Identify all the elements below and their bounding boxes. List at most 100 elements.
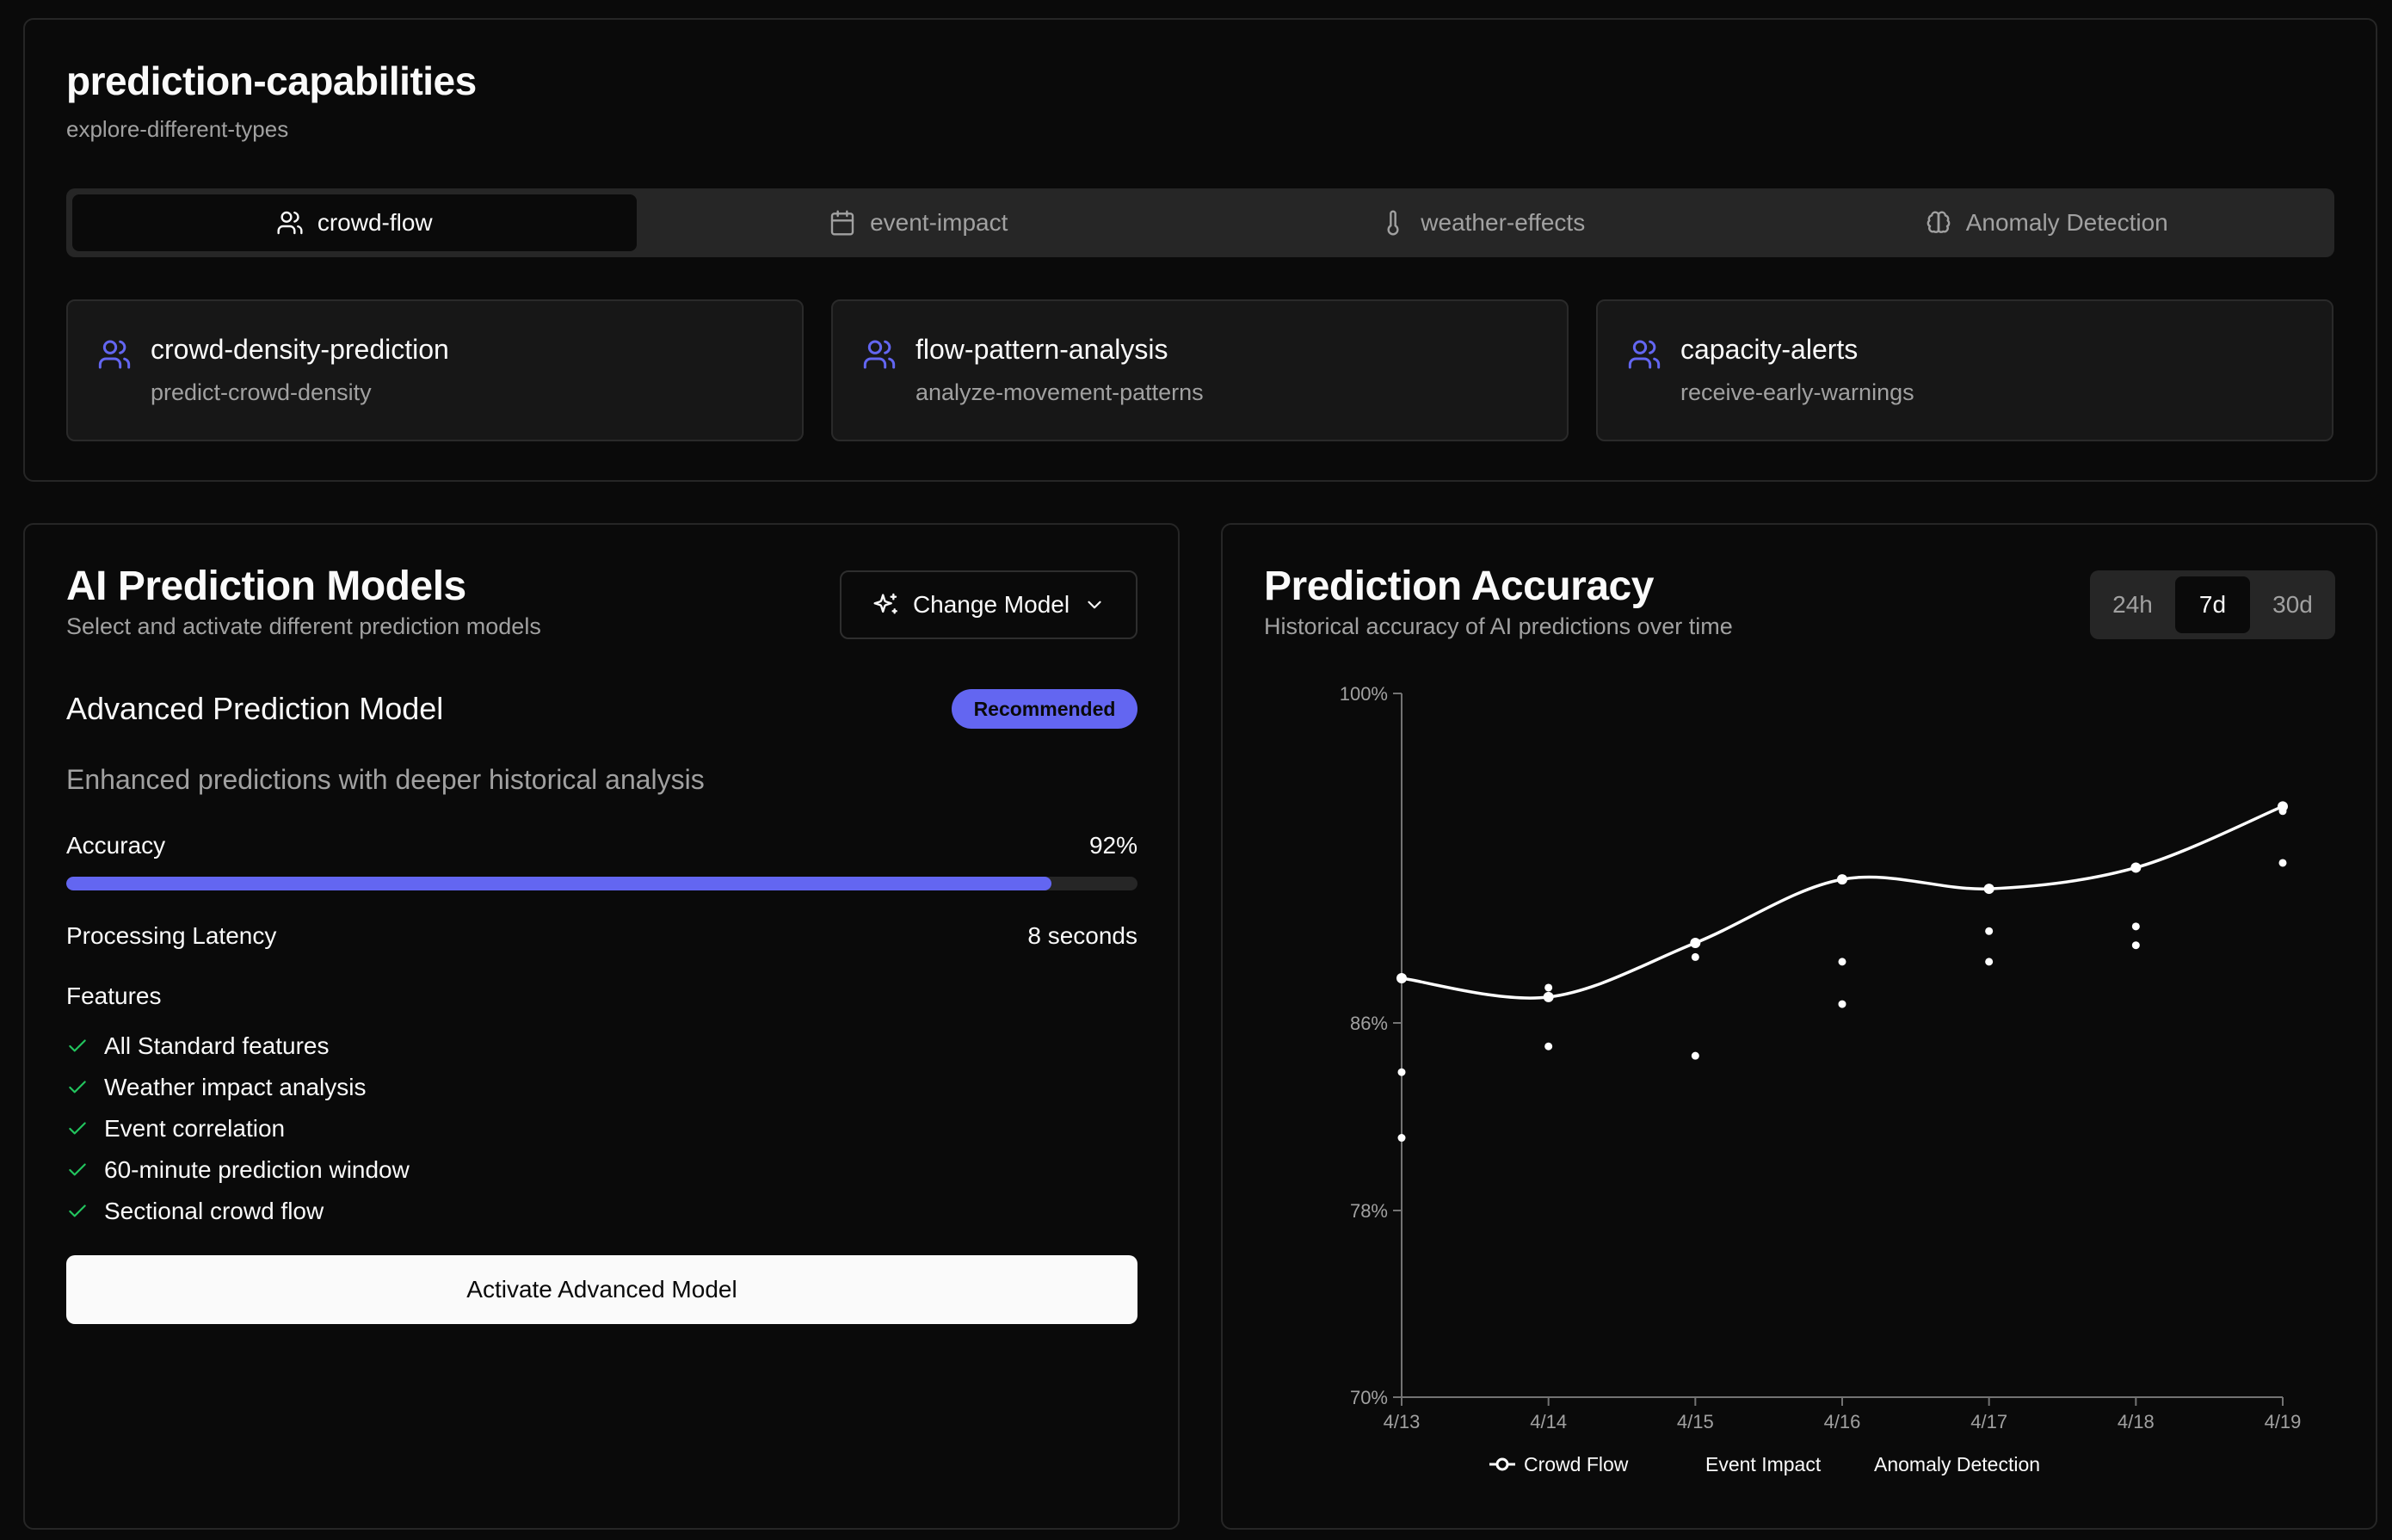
- data-point-event-impact: [2278, 807, 2287, 816]
- accuracy-line-chart: 100% 86% 78% 70% 4/13 4/14 4/15 4/16 4/17 4/18 4/1…: [1340, 683, 2302, 1475]
- latency-value: 8 seconds: [1027, 922, 1137, 949]
- accuracy-value: 92%: [1088, 832, 1137, 859]
- capabilities-subtitle: explore-different-types: [66, 116, 289, 142]
- prediction-models-panel: AI Prediction Models Select and activate…: [23, 523, 1180, 1530]
- data-point-anomaly-detection: [2131, 941, 2140, 950]
- features-heading: Features: [66, 983, 162, 1009]
- x-tick-label: 4/14: [1530, 1411, 1567, 1432]
- y-tick-label: 70%: [1350, 1387, 1388, 1408]
- check-icon: [69, 1081, 86, 1093]
- data-point-anomaly-detection: [1544, 1042, 1553, 1050]
- tab-weather-effects[interactable]: weather-effects: [1200, 194, 1765, 251]
- data-point-anomaly-detection: [1838, 1000, 1846, 1008]
- x-tick-label: 4/16: [1824, 1411, 1861, 1432]
- data-point-crowd-flow: [1543, 991, 1554, 1002]
- y-tick-label: 86%: [1350, 1013, 1388, 1034]
- list-item: Sectional crowd flow: [66, 1191, 410, 1232]
- capabilities-title: prediction-capabilities: [66, 59, 477, 103]
- model-description: Enhanced predictions with deeper histori…: [66, 764, 705, 795]
- data-point-event-impact: [2131, 922, 2140, 931]
- tab-label: event-impact: [870, 209, 1008, 236]
- tab-event-impact[interactable]: event-impact: [637, 194, 1201, 251]
- activate-model-button[interactable]: Activate Advanced Model: [66, 1255, 1137, 1324]
- prediction-capabilities-panel: prediction-capabilities explore-differen…: [23, 18, 2377, 482]
- models-title: AI Prediction Models: [66, 564, 466, 609]
- model-features-list: All Standard features Weather impact ana…: [66, 1026, 410, 1232]
- check-icon: [69, 1204, 86, 1217]
- model-name: Advanced Prediction Model: [66, 691, 444, 726]
- calendar-icon: [830, 210, 854, 236]
- feature-title: crowd-density-prediction: [151, 334, 449, 365]
- tab-crowd-flow[interactable]: crowd-flow: [72, 194, 637, 251]
- chevron-down-icon: [1088, 601, 1101, 609]
- change-model-label: Change Model: [912, 591, 1070, 618]
- data-point-crowd-flow: [2130, 862, 2142, 873]
- recommended-badge: Recommended: [952, 689, 1137, 729]
- data-point-crowd-flow: [1983, 884, 1994, 895]
- legend-marker-icon: [1495, 1457, 1509, 1471]
- list-item: Weather impact analysis: [66, 1067, 410, 1108]
- data-point-anomaly-detection: [1397, 1134, 1406, 1143]
- data-point-event-impact: [1985, 927, 1994, 935]
- latency-row: Processing Latency 8 seconds: [66, 922, 1137, 950]
- x-tick-label: 4/13: [1384, 1411, 1421, 1432]
- tab-label: Anomaly Detection: [1965, 209, 2168, 236]
- feature-card-capacity-alerts[interactable]: capacity-alerts receive-early-warnings: [1596, 299, 2333, 441]
- data-point-event-impact: [1397, 1068, 1406, 1076]
- check-icon: [69, 1163, 86, 1176]
- x-tick-label: 4/15: [1677, 1411, 1714, 1432]
- series-line-crowd-flow: [1401, 804, 2284, 1000]
- feature-card-crowd-density[interactable]: crowd-density-prediction predict-crowd-d…: [66, 299, 804, 441]
- data-point-anomaly-detection: [1985, 958, 1994, 966]
- accuracy-progress-fill: [66, 877, 1052, 890]
- models-subtitle: Select and activate different prediction…: [66, 613, 541, 639]
- data-point-anomaly-detection: [1691, 1051, 1699, 1060]
- x-tick-label: 4/19: [2265, 1411, 2302, 1432]
- feature-label: 60-minute prediction window: [104, 1156, 410, 1183]
- brain-icon: [1927, 211, 1951, 233]
- data-point-crowd-flow: [1690, 937, 1701, 948]
- data-point-event-impact: [1691, 952, 1699, 961]
- users-icon: [1628, 340, 1661, 369]
- list-item: Event correlation: [66, 1108, 410, 1149]
- users-icon: [98, 340, 131, 369]
- check-icon: [69, 1039, 86, 1052]
- legend-item: Crowd Flow: [1524, 1453, 1629, 1475]
- y-tick-label: 100%: [1340, 683, 1388, 705]
- accuracy-progress-bar: [66, 877, 1137, 890]
- feature-label: Event correlation: [104, 1115, 286, 1142]
- legend-item: Anomaly Detection: [1874, 1453, 2040, 1475]
- tab-label: crowd-flow: [317, 209, 433, 236]
- y-tick-label: 78%: [1350, 1200, 1388, 1222]
- feature-label: Weather impact analysis: [104, 1074, 367, 1100]
- capability-tabs: crowd-flow event-impact weather-effects …: [66, 188, 2334, 257]
- feature-subtitle: receive-early-warnings: [1680, 379, 1914, 405]
- tab-anomaly-detection[interactable]: Anomaly Detection: [1765, 194, 2329, 251]
- feature-label: Sectional crowd flow: [104, 1198, 324, 1224]
- feature-subtitle: predict-crowd-density: [151, 379, 372, 405]
- data-point-event-impact: [1838, 958, 1846, 966]
- data-point-crowd-flow: [1396, 973, 1407, 984]
- list-item: All Standard features: [66, 1026, 410, 1067]
- data-point-anomaly-detection: [2278, 859, 2287, 867]
- list-item: 60-minute prediction window: [66, 1149, 410, 1191]
- accuracy-row: Accuracy 92%: [66, 832, 1137, 859]
- feature-subtitle: analyze-movement-patterns: [915, 379, 1204, 405]
- change-model-button[interactable]: Change Model: [840, 570, 1137, 639]
- feature-title: flow-pattern-analysis: [915, 334, 1168, 365]
- accuracy-label: Accuracy: [66, 832, 166, 859]
- data-point-event-impact: [1544, 983, 1553, 992]
- prediction-accuracy-panel: Prediction Accuracy Historical accuracy …: [1221, 523, 2377, 1530]
- check-icon: [69, 1122, 86, 1135]
- tab-label: weather-effects: [1421, 209, 1586, 236]
- thermometer-icon: [1387, 210, 1399, 236]
- users-icon: [277, 211, 303, 235]
- x-tick-label: 4/18: [2118, 1411, 2155, 1432]
- users-icon: [863, 340, 896, 369]
- sparkles-icon: [873, 593, 897, 614]
- latency-label: Processing Latency: [66, 922, 277, 949]
- legend-item: Event Impact: [1705, 1453, 1822, 1475]
- feature-card-flow-pattern[interactable]: flow-pattern-analysis analyze-movement-p…: [831, 299, 1569, 441]
- feature-title: capacity-alerts: [1680, 334, 1859, 365]
- feature-label: All Standard features: [104, 1032, 330, 1059]
